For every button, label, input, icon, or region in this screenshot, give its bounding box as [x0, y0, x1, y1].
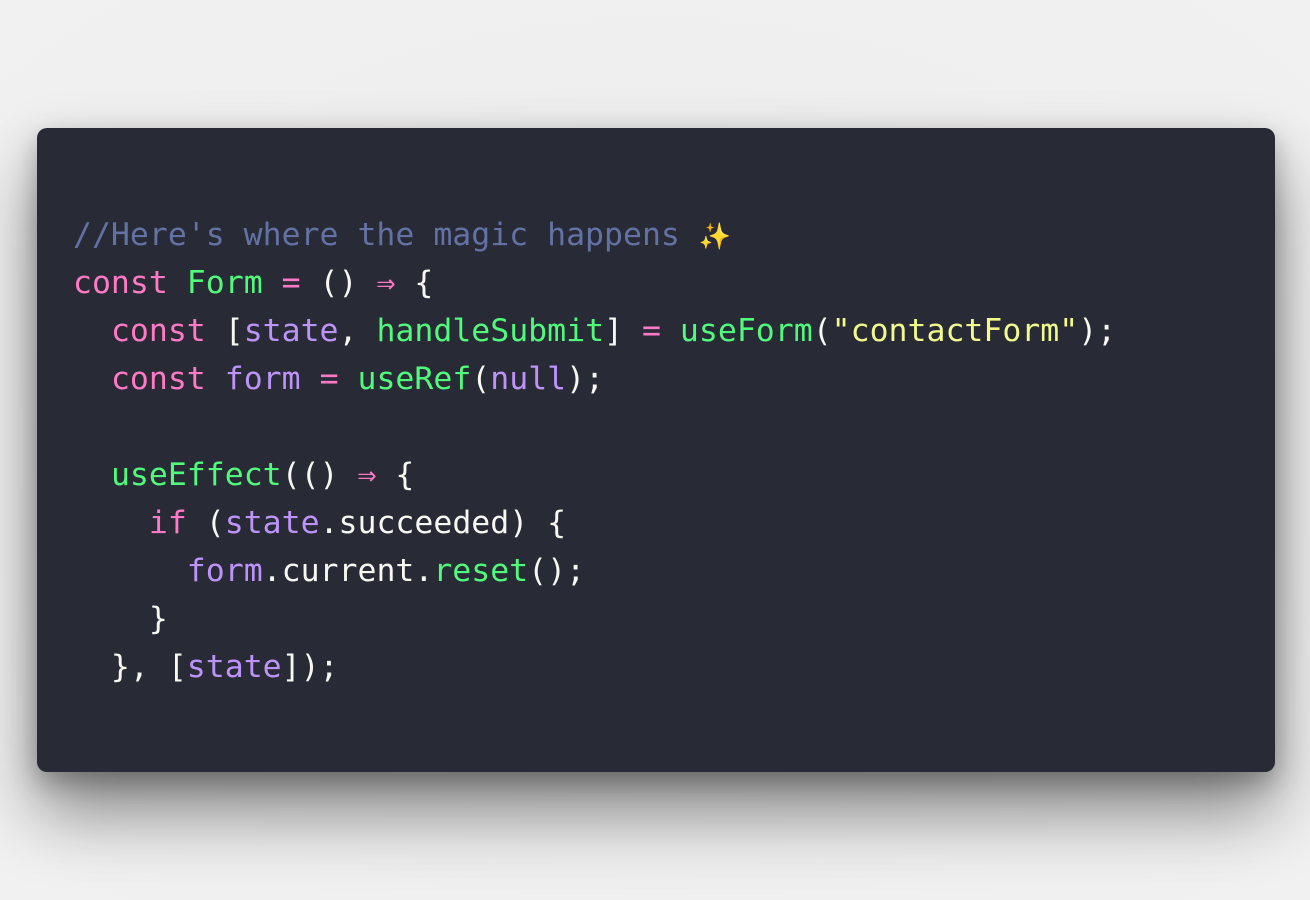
code-punctuation: ]); — [281, 649, 339, 685]
canvas-background: //Here's where the magic happens ✨ const … — [0, 0, 1310, 900]
code-punctuation: ( — [186, 505, 225, 541]
code-arrow: ⇒ — [357, 457, 377, 493]
code-block: //Here's where the magic happens ✨ const … — [73, 211, 1116, 691]
code-variable: form — [186, 553, 263, 589]
code-function-call: useForm — [679, 313, 813, 349]
code-punctuation: }, [ — [73, 649, 187, 685]
code-punctuation: , — [338, 313, 377, 349]
code-variable: state — [243, 313, 339, 349]
code-punctuation: ); — [566, 361, 605, 397]
code-line: const Form = () ⇒ { — [73, 259, 1116, 307]
code-string: "contactForm" — [831, 313, 1079, 349]
code-function-call: useRef — [357, 361, 472, 397]
code-line: } — [73, 595, 1116, 643]
code-line: }, [state]); — [73, 643, 1116, 691]
code-constant: null — [490, 361, 567, 397]
code-punctuation: { — [376, 457, 415, 493]
code-function-call: useEffect — [110, 457, 282, 493]
code-window: //Here's where the magic happens ✨ const … — [37, 128, 1275, 772]
code-function-name: handleSubmit — [376, 313, 605, 349]
code-property: .current. — [262, 553, 434, 589]
code-punctuation: ); — [1078, 313, 1117, 349]
code-property: .succeeded) { — [319, 505, 567, 541]
code-operator: = — [319, 361, 339, 397]
code-line: const [state, handleSubmit] = useForm("c… — [73, 307, 1116, 355]
code-keyword: const — [110, 313, 206, 349]
code-variable: state — [186, 649, 282, 685]
code-line: form.current.reset(); — [73, 547, 1116, 595]
code-comment: //Here's where the magic happens — [73, 217, 699, 253]
code-punctuation: [ — [205, 313, 244, 349]
code-function-call: reset — [433, 553, 529, 589]
code-keyword: if — [148, 505, 187, 541]
code-line: //Here's where the magic happens ✨ — [73, 211, 1116, 259]
code-operator: = — [641, 313, 661, 349]
code-punctuation: () — [300, 265, 377, 301]
code-keyword: const — [110, 361, 206, 397]
code-function-name: Form — [186, 265, 263, 301]
code-punctuation: ( — [812, 313, 832, 349]
code-variable: state — [224, 505, 320, 541]
code-keyword: const — [73, 265, 168, 301]
code-line: if (state.succeeded) { — [73, 499, 1116, 547]
code-punctuation: { — [395, 265, 434, 301]
code-arrow: ⇒ — [376, 265, 396, 301]
code-punctuation: ( — [471, 361, 491, 397]
code-punctuation: ] — [604, 313, 642, 349]
code-punctuation: } — [73, 601, 168, 637]
code-operator: = — [281, 265, 301, 301]
code-variable: form — [224, 361, 301, 397]
code-punctuation: (); — [528, 553, 586, 589]
code-line: const form = useRef(null); — [73, 355, 1116, 403]
sparkles-icon: ✨ — [698, 222, 732, 252]
code-punctuation: (() — [281, 457, 358, 493]
code-line: useEffect(() ⇒ { — [73, 451, 1116, 499]
